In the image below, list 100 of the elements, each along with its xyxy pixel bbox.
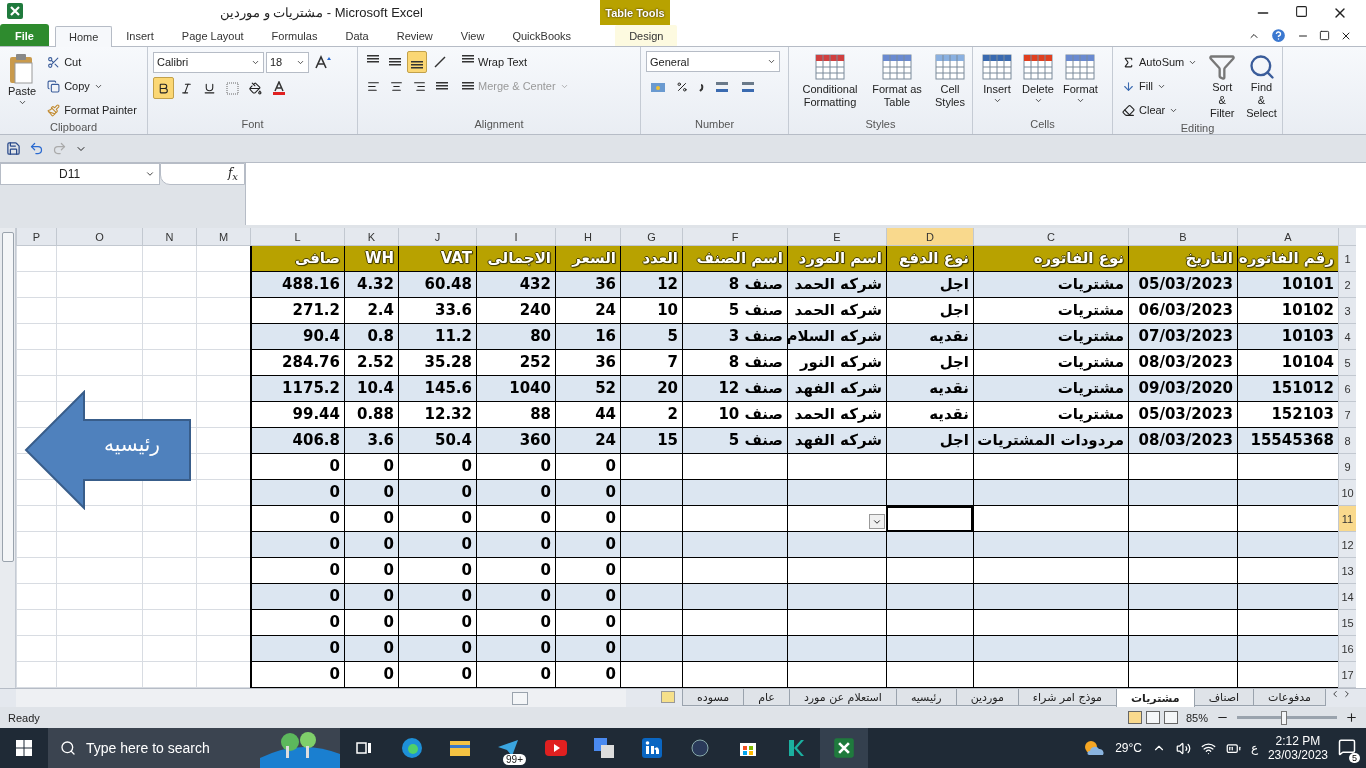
table-cell: 0 xyxy=(398,532,476,558)
column-header[interactable]: F xyxy=(682,228,787,246)
table-cell: 432 xyxy=(476,272,555,298)
row-header[interactable]: 3 xyxy=(1338,298,1356,324)
function-button[interactable]: f$_{x}$ xyxy=(160,163,245,185)
column-header[interactable]: L xyxy=(250,228,344,246)
table-cell: 0 xyxy=(476,610,555,636)
ribbon-tab[interactable]: Design xyxy=(615,25,678,46)
column-header[interactable]: B xyxy=(1128,228,1237,246)
table-cell: اجل xyxy=(886,272,973,298)
cells-button[interactable]: Delete xyxy=(1019,51,1057,118)
column-header[interactable]: C xyxy=(973,228,1128,246)
row-header[interactable]: 12 xyxy=(1338,532,1356,558)
ribbon-tab[interactable]: Review xyxy=(382,25,447,46)
table-cell: 2 xyxy=(620,402,682,428)
autosum-button[interactable]: AutoSum xyxy=(1118,51,1202,73)
table-cell: 0.8 xyxy=(344,324,398,350)
sort-filter-button[interactable]: Sort & Filter xyxy=(1205,51,1240,122)
column-title: العدد xyxy=(620,246,682,272)
column-header[interactable]: P xyxy=(16,228,56,246)
name-box[interactable]: D11 xyxy=(0,163,160,185)
row-header[interactable]: 6 xyxy=(1338,376,1356,402)
table-cell: 0 xyxy=(555,636,620,662)
ribbon-tab[interactable]: View xyxy=(446,25,499,46)
copy-button[interactable]: Copy xyxy=(43,75,141,97)
sheet-tab[interactable]: مدفوعات xyxy=(1253,689,1326,706)
table-cell: 0 xyxy=(344,480,398,506)
paste-button[interactable]: Paste xyxy=(5,51,40,121)
row-header[interactable]: 2 xyxy=(1338,272,1356,298)
row-header[interactable]: 8 xyxy=(1338,428,1356,454)
column-header[interactable]: D xyxy=(886,228,973,246)
table-cell: 16 xyxy=(555,324,620,350)
cut-button[interactable]: Cut xyxy=(43,51,141,73)
arrow-shape[interactable]: رئيسيه xyxy=(24,390,194,510)
wrap-text-button[interactable]: Wrap Text xyxy=(458,51,573,73)
column-header[interactable]: A xyxy=(1237,228,1338,246)
table-cell: 88 xyxy=(476,402,555,428)
row-header[interactable]: 1 xyxy=(1338,246,1356,272)
table-cell: 99.44 xyxy=(250,402,344,428)
sheet-tab[interactable]: مسوده xyxy=(682,689,745,706)
row-header[interactable]: 13 xyxy=(1338,558,1356,584)
table-cell: 0 xyxy=(476,532,555,558)
ribbon-tab[interactable]: File xyxy=(0,24,49,46)
row-header[interactable]: 5 xyxy=(1338,350,1356,376)
row-header[interactable]: 14 xyxy=(1338,584,1356,610)
row-header[interactable]: 7 xyxy=(1338,402,1356,428)
sheet-tab[interactable]: رئيسيه xyxy=(895,689,957,706)
row-header[interactable]: 11 xyxy=(1338,506,1356,532)
column-title: الاجمالى xyxy=(476,246,555,272)
column-header[interactable]: G xyxy=(620,228,682,246)
table-cell: 7 xyxy=(620,350,682,376)
row-header[interactable]: 17 xyxy=(1338,662,1356,688)
cells-button[interactable]: Insert xyxy=(978,51,1016,118)
table-cell: 10.4 xyxy=(344,376,398,402)
number-format-field[interactable]: General xyxy=(646,51,780,72)
row-header[interactable]: 15 xyxy=(1338,610,1356,636)
fill-button[interactable]: Fill xyxy=(1118,75,1202,97)
format-painter-button[interactable]: Format Painter xyxy=(43,99,141,121)
style-button[interactable]: Format as Table xyxy=(868,51,926,118)
table-cell: 36 xyxy=(555,272,620,298)
language-indicator[interactable]: ع xyxy=(1250,741,1258,755)
ribbon-tab[interactable]: Insert xyxy=(112,25,168,46)
column-header[interactable]: H xyxy=(555,228,620,246)
table-cell: 09/03/2020 xyxy=(1128,376,1237,402)
sheet-tab[interactable]: موذج امر شراء xyxy=(1017,689,1117,706)
clock[interactable]: 2:12 PM 23/03/2023 xyxy=(1267,734,1328,762)
find-select-button[interactable]: Find & Select xyxy=(1243,51,1280,122)
column-header[interactable]: M xyxy=(196,228,250,246)
table-cell: اجل xyxy=(886,428,973,454)
sheet-tab[interactable]: اصناف xyxy=(1193,689,1255,706)
style-button[interactable]: Cell Styles xyxy=(928,51,972,118)
cells-button[interactable]: Format xyxy=(1060,51,1101,118)
column-header[interactable]: J xyxy=(398,228,476,246)
font-field[interactable]: Calibri xyxy=(153,51,264,73)
ribbon-tab[interactable]: Home xyxy=(54,26,113,47)
column-header[interactable]: N xyxy=(142,228,196,246)
table-cell: 0 xyxy=(476,584,555,610)
row-header[interactable]: 10 xyxy=(1338,480,1356,506)
sheet-tab[interactable]: موردين xyxy=(955,689,1019,706)
clear-button[interactable]: Clear xyxy=(1118,99,1202,121)
ribbon-tab[interactable]: Formulas xyxy=(257,25,332,46)
ribbon-tab[interactable]: QuickBooks xyxy=(498,25,586,46)
sheet-tab[interactable]: استعلام عن مورد xyxy=(788,689,897,706)
taskbar-app[interactable]: 99+ xyxy=(484,728,532,768)
sheet-tab[interactable]: عام xyxy=(743,689,790,706)
ribbon-tab[interactable]: Data xyxy=(331,25,383,46)
ribbon-tab[interactable]: Page Layout xyxy=(167,25,258,46)
row-header[interactable]: 9 xyxy=(1338,454,1356,480)
column-header[interactable]: O xyxy=(56,228,142,246)
column-header[interactable]: K xyxy=(344,228,398,246)
row-header[interactable]: 4 xyxy=(1338,324,1356,350)
column-header[interactable]: E xyxy=(787,228,886,246)
style-button[interactable]: Conditional Formatting xyxy=(794,51,866,118)
row-header[interactable]: 16 xyxy=(1338,636,1356,662)
table-cell: 0 xyxy=(250,506,344,532)
column-header[interactable]: I xyxy=(476,228,555,246)
font-size-field[interactable]: 18 xyxy=(266,51,309,73)
table-cell: 0 xyxy=(344,506,398,532)
column-title: رقم الفاتوره xyxy=(1237,246,1338,272)
search-field[interactable]: Type here to search xyxy=(48,728,340,768)
